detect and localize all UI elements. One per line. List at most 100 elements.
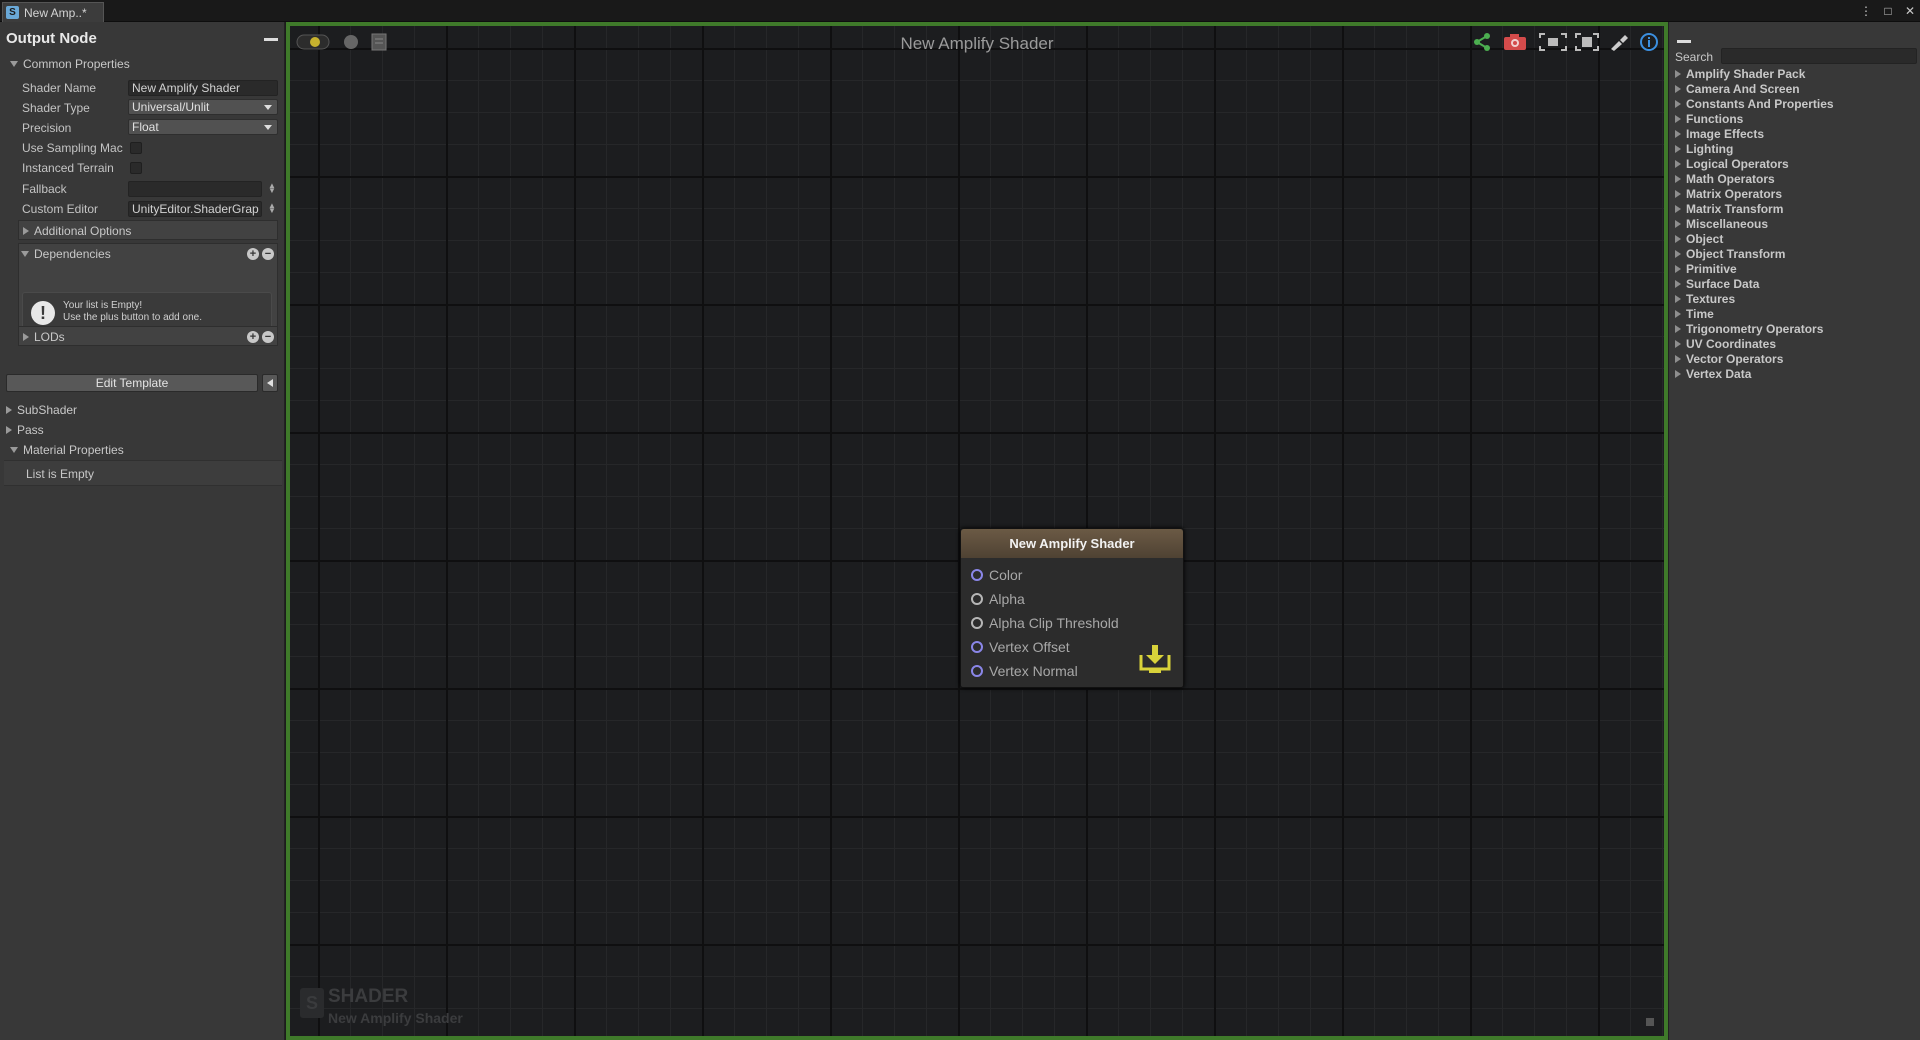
collapsed-arrow-icon: [1675, 294, 1681, 303]
use-sampling-macros-checkbox[interactable]: [130, 142, 142, 154]
custom-editor-stepper-icon[interactable]: ▲ ▼: [268, 202, 276, 215]
category-label: Vertex Data: [1686, 366, 1752, 381]
lods-foldout[interactable]: LODs + −: [18, 326, 278, 346]
category-item[interactable]: Functions: [1675, 111, 1915, 126]
category-item[interactable]: Miscellaneous: [1675, 216, 1915, 231]
clipboard-icon[interactable]: [368, 32, 390, 52]
empty-list-notice: ! Your list is Empty! Use the plus butto…: [22, 292, 272, 330]
live-mode-icon[interactable]: [296, 32, 330, 52]
minimap-toggle-icon[interactable]: [1646, 1018, 1654, 1026]
category-item[interactable]: Amplify Shader Pack: [1675, 66, 1915, 81]
port-color[interactable]: Color: [971, 565, 1022, 585]
shader-name-label: Shader Name: [22, 81, 97, 95]
category-label: Object Transform: [1686, 246, 1786, 261]
category-item[interactable]: Constants And Properties: [1675, 96, 1915, 111]
circle-icon[interactable]: [340, 32, 362, 52]
add-lod-button[interactable]: +: [247, 331, 259, 343]
category-item[interactable]: Camera And Screen: [1675, 81, 1915, 96]
category-item[interactable]: Textures: [1675, 291, 1915, 306]
collapsed-arrow-icon: [1675, 204, 1681, 213]
empty-list-hint: Use the plus button to add one.: [63, 312, 202, 323]
pass-header[interactable]: Pass: [4, 421, 44, 439]
section-label: Pass: [17, 423, 44, 437]
empty-list-label: List is Empty: [26, 467, 95, 481]
fallback-field[interactable]: [128, 181, 262, 197]
category-item[interactable]: Lighting: [1675, 141, 1915, 156]
collapsed-arrow-icon: [1675, 264, 1681, 273]
window-controls: ⋮ □ ✕: [1860, 2, 1916, 20]
dependencies-header[interactable]: Dependencies: [21, 245, 111, 263]
category-item[interactable]: Math Operators: [1675, 171, 1915, 186]
category-label: UV Coordinates: [1686, 336, 1777, 351]
common-properties-header[interactable]: Common Properties: [10, 55, 130, 73]
category-item[interactable]: Object: [1675, 231, 1915, 246]
share-icon[interactable]: [1472, 32, 1494, 52]
collapsed-arrow-icon: [1675, 309, 1681, 318]
template-options-button[interactable]: [262, 374, 278, 392]
info-icon[interactable]: [1638, 32, 1660, 52]
output-node[interactable]: New Amplify Shader Color Alpha Alpha Cli…: [960, 528, 1184, 688]
add-dependency-button[interactable]: +: [247, 248, 259, 260]
custom-editor-field[interactable]: UnityEditor.ShaderGrap: [128, 201, 262, 217]
remove-dependency-button[interactable]: −: [262, 248, 274, 260]
node-title[interactable]: New Amplify Shader: [961, 529, 1183, 558]
shader-file-icon: S: [6, 6, 19, 19]
search-label: Search: [1675, 50, 1714, 64]
shader-type-dropdown[interactable]: Universal/Unlit: [128, 99, 278, 115]
fit-view-icon[interactable]: [1574, 32, 1600, 52]
category-item[interactable]: Object Transform: [1675, 246, 1915, 261]
more-options-icon[interactable]: ⋮: [1860, 2, 1872, 20]
port-vertex-normal[interactable]: Vertex Normal: [971, 661, 1078, 681]
category-label: Camera And Screen: [1686, 81, 1800, 96]
collapse-palette-button[interactable]: [1677, 40, 1691, 43]
section-label: LODs: [34, 330, 65, 344]
category-item[interactable]: Trigonometry Operators: [1675, 321, 1915, 336]
collapsed-arrow-icon: [1675, 234, 1681, 243]
category-item[interactable]: Logical Operators: [1675, 156, 1915, 171]
graph-canvas[interactable]: New Amplify Shader New Amplify Shader Co…: [290, 26, 1664, 1036]
material-properties-header[interactable]: Material Properties: [10, 441, 124, 459]
edit-template-button[interactable]: Edit Template: [6, 374, 258, 392]
category-item[interactable]: Time: [1675, 306, 1915, 321]
instanced-terrain-checkbox[interactable]: [130, 162, 142, 174]
fallback-stepper-icon[interactable]: ▲ ▼: [268, 182, 276, 195]
port-alpha-clip-threshold[interactable]: Alpha Clip Threshold: [971, 613, 1119, 633]
expanded-arrow-icon: [21, 251, 29, 257]
focus-selection-icon[interactable]: [1538, 32, 1568, 52]
remove-lod-button[interactable]: −: [262, 331, 274, 343]
shader-type-label: Shader Type: [22, 101, 90, 115]
category-item[interactable]: Primitive: [1675, 261, 1915, 276]
category-item[interactable]: Matrix Transform: [1675, 201, 1915, 216]
port-alpha[interactable]: Alpha: [971, 589, 1025, 609]
camera-icon[interactable]: [1502, 32, 1528, 52]
close-icon[interactable]: ✕: [1904, 2, 1916, 20]
additional-options-foldout[interactable]: Additional Options: [18, 220, 278, 240]
category-item[interactable]: UV Coordinates: [1675, 336, 1915, 351]
node-palette-panel: Search Amplify Shader Pack Camera And Scr…: [1668, 22, 1920, 1040]
maximize-icon[interactable]: □: [1882, 2, 1894, 20]
panel-title: Output Node: [6, 30, 97, 47]
float-port-icon[interactable]: [971, 617, 983, 629]
category-item[interactable]: Vector Operators: [1675, 351, 1915, 366]
collapse-panel-button[interactable]: [264, 38, 278, 41]
float-port-icon[interactable]: [971, 593, 983, 605]
subshader-header[interactable]: SubShader: [4, 401, 77, 419]
collapsed-arrow-icon: [1675, 84, 1681, 93]
warning-icon: !: [31, 301, 55, 325]
window-tab[interactable]: S New Amp..*: [2, 2, 104, 22]
cleanup-icon[interactable]: [1608, 32, 1630, 52]
category-item[interactable]: Vertex Data: [1675, 366, 1915, 381]
port-vertex-offset[interactable]: Vertex Offset: [971, 637, 1070, 657]
title-bar: S New Amp..* ⋮ □ ✕: [0, 0, 1920, 22]
vector-port-icon[interactable]: [971, 641, 983, 653]
category-label: Surface Data: [1686, 276, 1760, 291]
shader-name-field[interactable]: New Amplify Shader: [128, 80, 278, 96]
vector-port-icon[interactable]: [971, 569, 983, 581]
vector-port-icon[interactable]: [971, 665, 983, 677]
category-item[interactable]: Matrix Operators: [1675, 186, 1915, 201]
search-input[interactable]: [1721, 48, 1917, 64]
category-item[interactable]: Image Effects: [1675, 126, 1915, 141]
category-item[interactable]: Surface Data: [1675, 276, 1915, 291]
section-label: Dependencies: [34, 247, 111, 261]
precision-dropdown[interactable]: Float: [128, 119, 278, 135]
